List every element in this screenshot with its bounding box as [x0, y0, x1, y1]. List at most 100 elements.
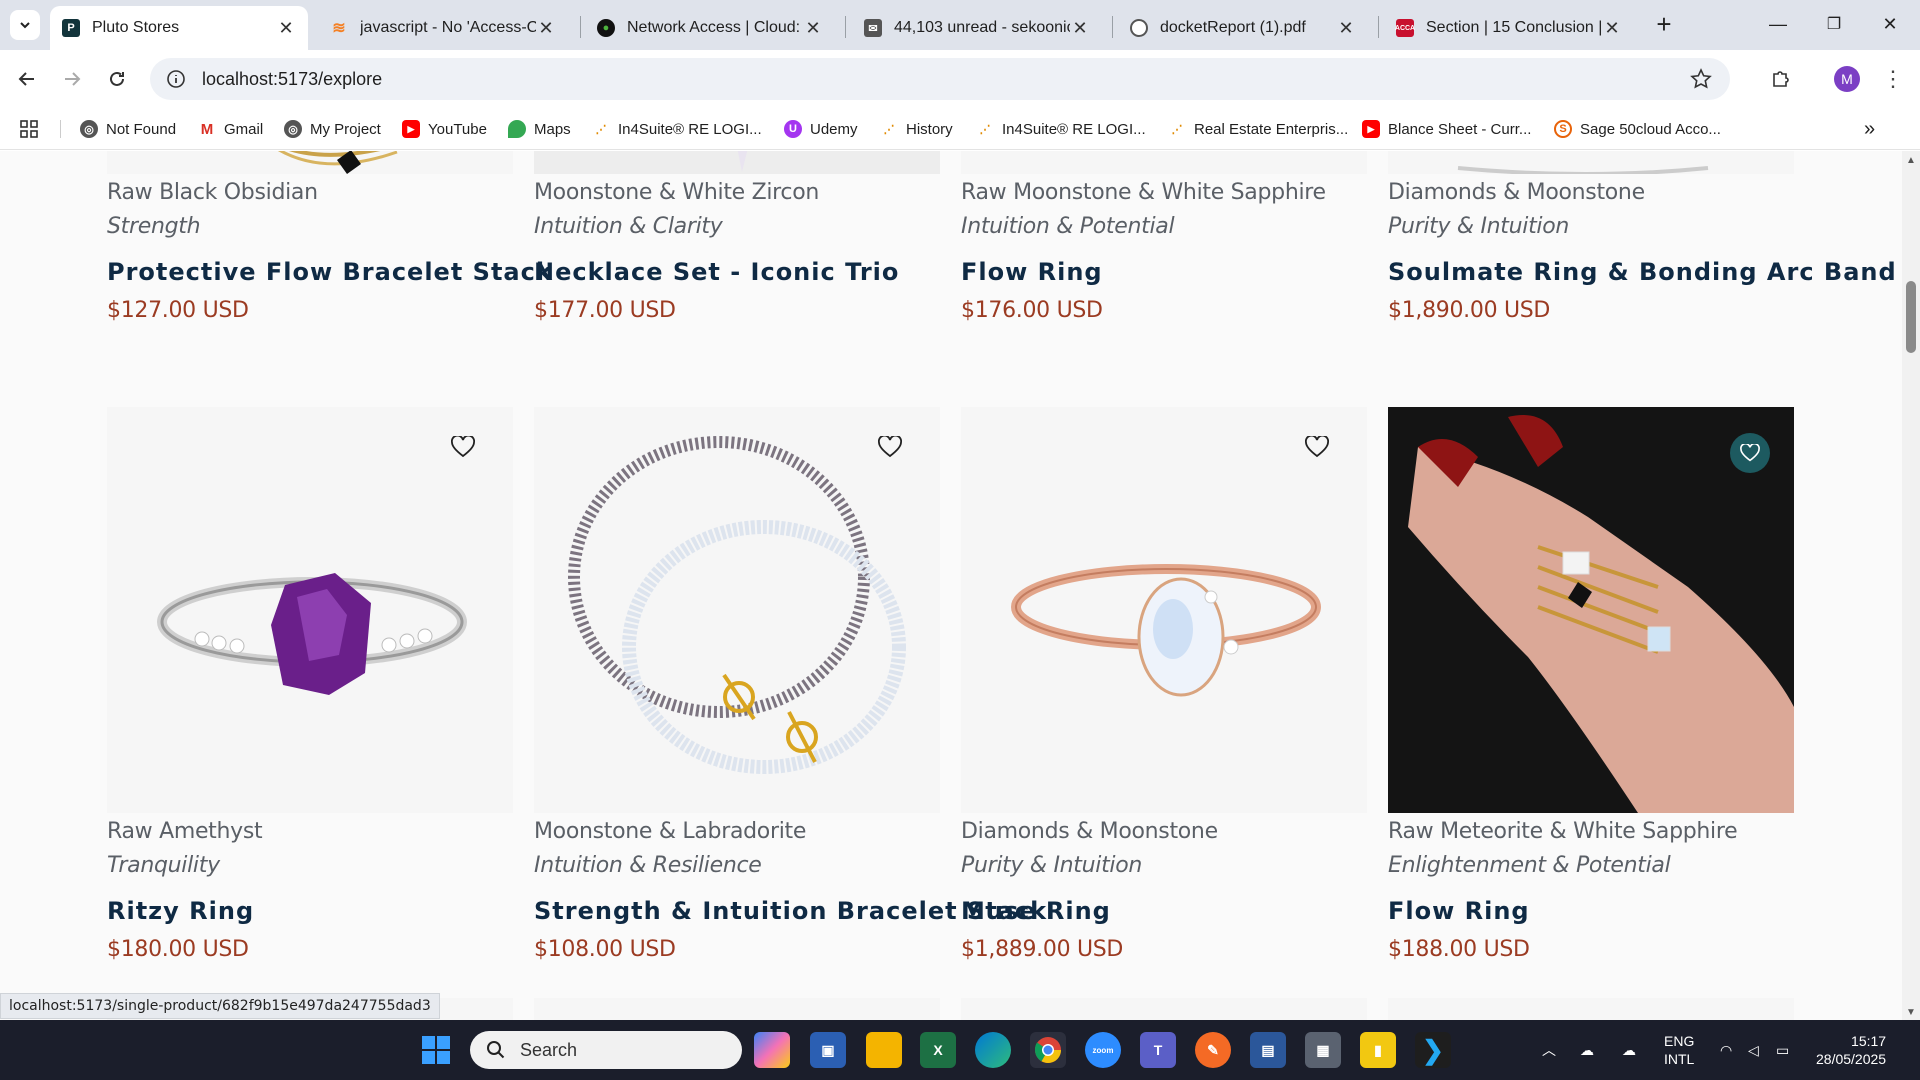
page-scrollbar[interactable]: ▲ ▼: [1902, 151, 1920, 1020]
bookmark-sage[interactable]: S Sage 50cloud Acco...: [1554, 116, 1721, 142]
windows-start-icon[interactable]: [418, 1032, 454, 1068]
product-name[interactable]: Flow Ring: [1388, 897, 1530, 925]
ring-band-image: [1457, 166, 1709, 176]
wifi-icon[interactable]: ◠: [1720, 1020, 1732, 1080]
close-tab-icon[interactable]: ✕: [1070, 18, 1090, 39]
battery-icon[interactable]: ▭: [1776, 1020, 1789, 1080]
bookmark-udemy[interactable]: U Udemy: [784, 116, 858, 142]
desktop-app-icon[interactable]: ▣: [810, 1032, 846, 1068]
wishlist-button[interactable]: [1303, 433, 1331, 461]
reload-icon: [110, 71, 124, 86]
bracelet-stack-image: [568, 436, 906, 774]
copilot-icon[interactable]: [754, 1032, 790, 1068]
tab-section-conclusion[interactable]: ACCA Section | 15 Conclusion | A ✕: [1384, 6, 1634, 50]
heart-icon: [1305, 436, 1329, 458]
bookmark-gmail[interactable]: M Gmail: [198, 116, 263, 142]
close-tab-icon[interactable]: ✕: [803, 18, 823, 39]
site-info-icon: [167, 70, 185, 88]
product-image[interactable]: [534, 998, 940, 1020]
scroll-up-icon[interactable]: ▲: [1906, 155, 1916, 166]
bracelet-image: [278, 151, 398, 174]
product-name[interactable]: Ritzy Ring: [107, 897, 254, 925]
product-image[interactable]: [1388, 998, 1794, 1020]
restore-icon[interactable]: ❐: [1814, 8, 1854, 40]
volume-icon[interactable]: ◁: [1748, 1020, 1759, 1080]
clock[interactable]: 15:17 28/05/2025: [1816, 1020, 1886, 1080]
document-app-icon[interactable]: ▤: [1250, 1032, 1286, 1068]
bookmark-balance-sheet[interactable]: ▶ Blance Sheet - Curr...: [1362, 116, 1531, 142]
product-name[interactable]: Necklace Set - Iconic Trio: [534, 258, 899, 286]
new-tab-button[interactable]: +: [1644, 8, 1684, 40]
apps-grid-icon[interactable]: [20, 116, 38, 142]
bookmark-label: History: [906, 120, 953, 138]
cloud-sync-icon[interactable]: ☁: [1622, 1020, 1636, 1080]
extensions-button[interactable]: [1764, 62, 1798, 96]
menu-kebab-icon[interactable]: ⋮: [1876, 62, 1910, 96]
vscode-icon[interactable]: ❯: [1415, 1032, 1451, 1068]
address-bar[interactable]: localhost:5173/explore: [150, 58, 1730, 100]
power-bi-icon[interactable]: ▮: [1360, 1032, 1396, 1068]
profile-button[interactable]: M: [1830, 62, 1864, 96]
wishlist-button-active[interactable]: [1730, 433, 1770, 473]
close-tab-icon[interactable]: ✕: [536, 18, 556, 39]
tab-mail[interactable]: ✉ 44,103 unread - sekooniolu ✕: [852, 6, 1102, 50]
tab-stackoverflow[interactable]: ≋ javascript - No 'Access-Con ✕: [318, 6, 568, 50]
minimize-icon[interactable]: —: [1758, 8, 1798, 40]
postman-icon[interactable]: ✎: [1195, 1032, 1231, 1068]
bookmark-real-estate[interactable]: ⋰ Real Estate Enterpris...: [1168, 116, 1349, 142]
back-button[interactable]: [10, 62, 44, 96]
taskbar-search[interactable]: Search: [470, 1031, 742, 1069]
bookmark-maps[interactable]: Maps: [508, 116, 571, 142]
bookmark-label: Gmail: [224, 120, 264, 138]
onedrive-icon[interactable]: ☁: [1580, 1020, 1594, 1080]
tab-pluto-stores[interactable]: P Pluto Stores ✕: [50, 6, 308, 50]
file-explorer-icon[interactable]: [866, 1032, 902, 1068]
bookmark-in4suite-2[interactable]: ⋰ In4Suite® RE LOGI...: [976, 116, 1146, 142]
tab-docket-report[interactable]: docketReport (1).pdf ✕: [1118, 6, 1368, 50]
tray-chevron-up-icon[interactable]: ︿: [1542, 1020, 1556, 1080]
edge-icon[interactable]: [975, 1032, 1011, 1068]
close-tab-icon[interactable]: ✕: [1602, 18, 1622, 39]
close-tab-icon[interactable]: ✕: [1336, 18, 1356, 39]
zoom-icon[interactable]: zoom: [1085, 1032, 1121, 1068]
wishlist-button[interactable]: [876, 433, 904, 461]
scroll-down-icon[interactable]: ▼: [1906, 1007, 1916, 1018]
teams-icon[interactable]: T: [1140, 1032, 1176, 1068]
mail-favicon-icon: ✉: [864, 19, 882, 37]
product-stone: Moonstone & White Zircon: [534, 180, 820, 205]
wishlist-button[interactable]: [449, 433, 477, 461]
tab-search-button[interactable]: [10, 10, 40, 40]
product-stone: Raw Amethyst: [107, 819, 263, 844]
gmail-icon: M: [198, 120, 216, 138]
more-bookmarks-icon[interactable]: »: [1864, 116, 1875, 142]
calculator-icon[interactable]: ▦: [1305, 1032, 1341, 1068]
tab-mongodb[interactable]: ● Network Access | Cloud: M ✕: [585, 6, 835, 50]
bookmark-history[interactable]: ⋰ History: [880, 116, 953, 142]
chrome-icon[interactable]: [1030, 1032, 1066, 1068]
reload-button[interactable]: [100, 62, 134, 96]
tab-separator: [580, 16, 581, 38]
globe-icon: ◎: [80, 120, 98, 138]
language-indicator[interactable]: ENG INTL: [1664, 1020, 1694, 1080]
close-tab-icon[interactable]: ✕: [276, 18, 296, 39]
product-price: $177.00 USD: [534, 298, 676, 323]
product-name[interactable]: Muse Ring: [961, 897, 1111, 925]
product-price: $188.00 USD: [1388, 937, 1530, 962]
excel-icon[interactable]: X: [920, 1032, 956, 1068]
windows-taskbar: Search ▣ X zoom T ✎ ▤ ▦ ▮ ❯ ︿ ☁ ☁ ENG IN…: [0, 1020, 1920, 1080]
scrollbar-thumb[interactable]: [1906, 281, 1916, 353]
bookmark-my-project[interactable]: ◎ My Project: [284, 116, 381, 142]
close-window-icon[interactable]: ✕: [1870, 8, 1910, 40]
bookmark-not-found[interactable]: ◎ Not Found: [80, 116, 176, 142]
bookmark-in4suite-1[interactable]: ⋰ In4Suite® RE LOGI...: [592, 116, 762, 142]
product-stone: Diamonds & Moonstone: [1388, 180, 1645, 205]
product-name[interactable]: Flow Ring: [961, 258, 1103, 286]
forward-button[interactable]: [55, 62, 89, 96]
product-name[interactable]: Protective Flow Bracelet Stack: [107, 258, 553, 286]
tab-separator: [1112, 16, 1113, 38]
youtube-icon: ▶: [402, 120, 420, 138]
product-image[interactable]: [961, 998, 1367, 1020]
product-name[interactable]: Soulmate Ring & Bonding Arc Band: [1388, 258, 1897, 286]
bookmark-youtube[interactable]: ▶ YouTube: [402, 116, 487, 142]
tab-title: 44,103 unread - sekooniolu: [894, 19, 1070, 36]
